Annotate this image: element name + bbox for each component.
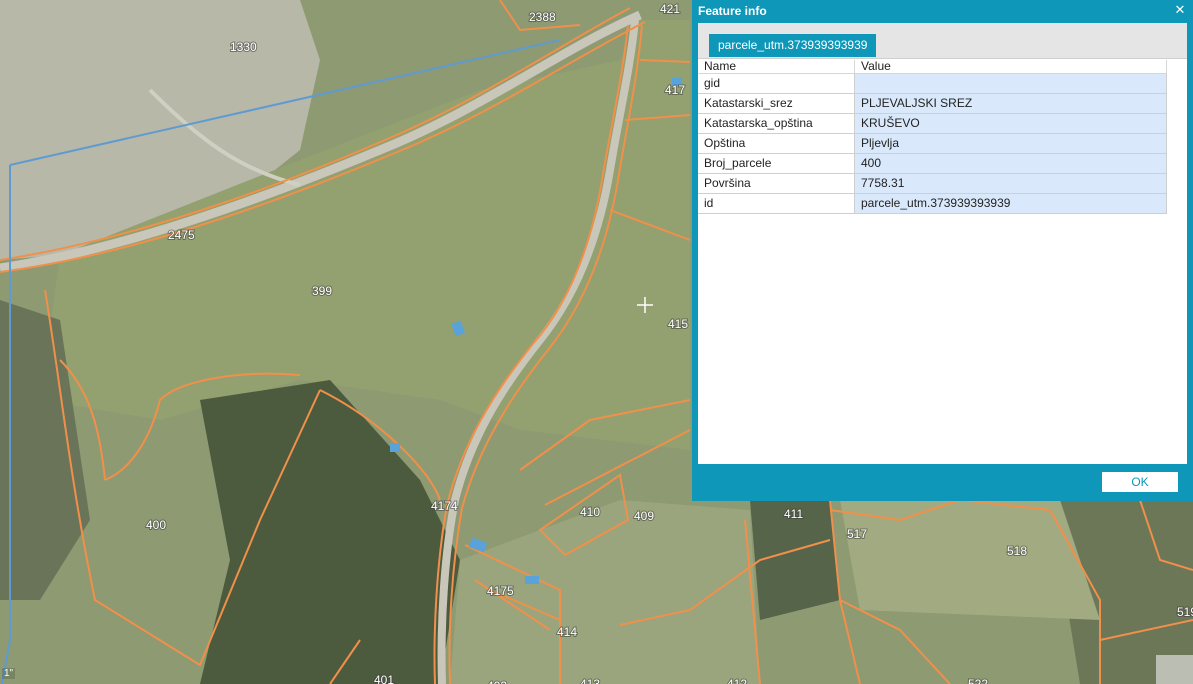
building	[525, 576, 539, 584]
scale-bar	[1156, 655, 1193, 684]
parcel-label: 2388	[529, 10, 556, 24]
parcel-label: 411	[784, 507, 803, 521]
parcel-label: 413	[580, 677, 600, 684]
dialog-titlebar[interactable]: Feature info ✕	[692, 0, 1193, 22]
table-row[interactable]: Katastarska_opština KRUŠEVO	[698, 113, 1167, 134]
table-row[interactable]: gid	[698, 73, 1167, 94]
attribute-name: Katastarska_opština	[698, 113, 855, 134]
tab-feature[interactable]: parcele_utm.373939393939	[709, 34, 877, 57]
feature-info-dialog: Feature info ✕ parcele_utm.373939393939 …	[692, 0, 1193, 501]
parcel-label: 518	[1007, 544, 1027, 558]
attribute-table: Name Value gid Katastarski_srez PLJEVALJ…	[698, 60, 1167, 214]
attribute-name: Broj_parcele	[698, 153, 855, 174]
parcel-label: 4175	[487, 584, 514, 598]
parcel-label: 400	[146, 518, 166, 532]
table-row[interactable]: id parcele_utm.373939393939	[698, 193, 1167, 214]
building	[390, 443, 400, 452]
table-row[interactable]: Opština Pljevlja	[698, 133, 1167, 154]
parcel-label: 412	[727, 677, 747, 684]
attribute-name: Opština	[698, 133, 855, 154]
attribute-name: id	[698, 193, 855, 214]
attribute-value: PLJEVALJSKI SREZ	[854, 93, 1167, 114]
table-header-row: Name Value	[698, 60, 1167, 74]
parcel-label: 421	[660, 2, 680, 16]
table-row[interactable]: Broj_parcele 400	[698, 153, 1167, 174]
table-row[interactable]: Površina 7758.31	[698, 173, 1167, 194]
dialog-content: parcele_utm.373939393939 Name Value gid …	[698, 23, 1187, 464]
dialog-title: Feature info	[698, 4, 767, 18]
tab-strip: parcele_utm.373939393939	[698, 23, 1187, 59]
parcel-label: 415	[668, 317, 688, 331]
parcel-label: 402	[487, 679, 507, 684]
attribute-name: gid	[698, 73, 855, 94]
parcel-label: 522	[968, 677, 988, 684]
parcel-label: 414	[557, 625, 577, 639]
attribute-name: Katastarski_srez	[698, 93, 855, 114]
parcel-label: 517	[847, 527, 867, 541]
attribute-value: 7758.31	[854, 173, 1167, 194]
parcel-label: 1330	[230, 40, 257, 54]
attribute-value: KRUŠEVO	[854, 113, 1167, 134]
scale-label: 1"	[2, 668, 16, 679]
parcel-label: 417	[665, 83, 685, 97]
parcel-label: 4174	[431, 499, 458, 513]
parcel-label: 399	[312, 284, 332, 298]
attribute-name: Površina	[698, 173, 855, 194]
attribute-value: Pljevlja	[854, 133, 1167, 154]
attribute-value: 400	[854, 153, 1167, 174]
parcel-label: 2475	[168, 228, 195, 242]
parcel-label: 401	[374, 673, 394, 684]
parcel-label: 410	[580, 505, 600, 519]
close-icon[interactable]: ✕	[1173, 3, 1187, 17]
column-header-value: Value	[854, 60, 1167, 74]
attribute-value: parcele_utm.373939393939	[854, 193, 1167, 214]
column-header-name: Name	[698, 60, 855, 74]
table-row[interactable]: Katastarski_srez PLJEVALJSKI SREZ	[698, 93, 1167, 114]
attribute-value	[854, 73, 1167, 94]
ok-button[interactable]: OK	[1102, 472, 1178, 492]
parcel-label: 409	[634, 509, 654, 523]
parcel-label: 519	[1177, 605, 1193, 619]
